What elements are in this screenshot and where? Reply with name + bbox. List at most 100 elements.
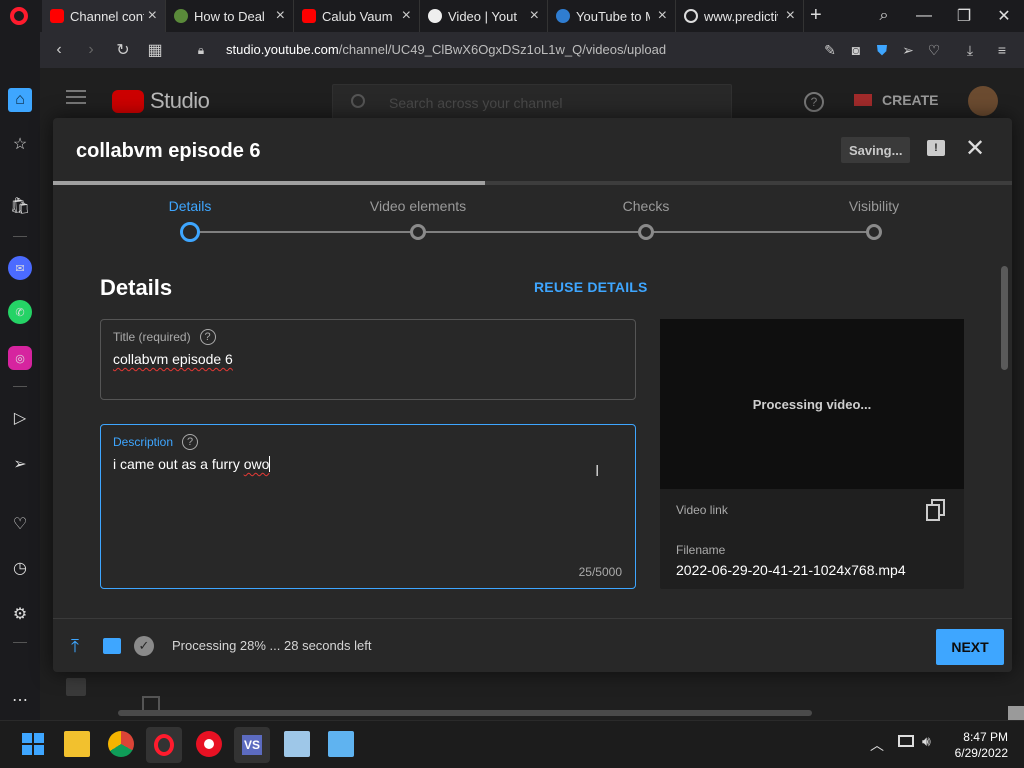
tab-label: www.predictiv [704,8,778,24]
step-visibility[interactable]: Visibility [849,198,899,214]
home-icon[interactable]: ⌂ [8,88,32,112]
minimize-button[interactable]: — [904,0,944,32]
title-field-value[interactable]: collabvm episode 6 [113,351,233,367]
notepad-icon[interactable] [328,731,354,757]
player-icon[interactable]: ▷ [8,406,32,430]
text-caret [269,456,271,472]
divider [13,386,27,387]
chevron-up-icon[interactable]: ︿ [870,735,884,755]
step-video-elements[interactable]: Video elements [370,198,466,214]
next-button[interactable]: NEXT [936,629,1004,665]
lock-icon: 🔒︎ [197,42,205,57]
volume-icon[interactable]: 🔊︎ [922,733,931,750]
tab-youtube-to-m[interactable]: YouTube to M × [548,0,676,32]
url-field[interactable]: studio.youtube.com/channel/UC49_ClBwX6Og… [226,42,666,57]
hamburger-icon[interactable] [66,90,86,104]
step-checks-dot[interactable] [638,224,654,240]
record-icon[interactable] [196,731,222,757]
clock-time: 8:47 PM [963,730,1008,744]
network-icon[interactable] [898,735,914,747]
create-button[interactable]: CREATE [854,92,939,108]
page-horizontal-scrollbar[interactable] [118,710,812,716]
opera-icon[interactable] [146,727,182,763]
step-video-elements-dot[interactable] [410,224,426,240]
tab-calub-vaum[interactable]: Calub Vaum - × [294,0,420,32]
more-icon[interactable]: ⋯ [8,688,32,712]
taskbar-clock[interactable]: 8:47 PM 6/29/2022 [946,729,1008,761]
reuse-details-button[interactable]: REUSE DETAILS [534,279,648,295]
tab-channel-content[interactable]: Channel cont × [42,0,166,32]
help-icon[interactable]: ? [804,92,824,112]
tab-predictiv[interactable]: www.predictiv × [676,0,804,32]
history-icon[interactable]: ◷ [8,556,32,580]
feedback-icon[interactable]: ! [927,140,945,156]
feedback-icon[interactable] [66,678,86,696]
opera-logo[interactable] [10,7,28,25]
close-window-button[interactable]: ✕ [984,0,1024,32]
youtube-logo-icon[interactable] [112,90,144,113]
file-explorer-icon[interactable] [64,731,90,757]
tab-video-youtube[interactable]: Video | Yout × [420,0,548,32]
download-icon[interactable]: ⤓ [960,40,980,60]
avatar[interactable] [968,86,998,116]
close-icon[interactable]: × [148,7,157,25]
sd-icon [103,638,121,654]
forward-button[interactable]: › [76,32,106,68]
heart-icon[interactable]: ♡ [8,512,32,536]
step-visibility-dot[interactable] [866,224,882,240]
description-field-value[interactable]: i came out as a furry owo [113,456,271,472]
opera-sidebar: ⌂ ☆ 🛍︎ ✉ ✆ ◎ ▷ ➢ ♡ ◷ ⚙ ⋯ [0,32,40,720]
visual-studio-icon[interactable]: VS [234,727,270,763]
copy-icon[interactable] [926,499,946,521]
camera-icon[interactable]: ◙ [846,40,866,60]
edit-icon[interactable]: ✎ [820,40,840,60]
close-icon[interactable]: × [658,7,667,25]
whatsapp-icon[interactable]: ✆ [8,300,32,324]
search-tabs-icon[interactable]: ⌕ [864,0,904,32]
url-path: /channel/UC49_ClBwX6OgxDSz1oL1w_Q/videos… [338,42,667,57]
close-icon[interactable]: × [786,7,795,25]
help-icon[interactable]: ? [199,329,216,345]
processing-status: Processing 28% ... 28 seconds left [172,638,372,653]
close-icon[interactable]: × [276,7,285,25]
tab-how-to-deal[interactable]: How to Deal × [166,0,294,32]
title-field[interactable]: Title (required) ? collabvm episode 6 [100,319,636,400]
chrome-icon[interactable] [108,731,134,757]
new-tab-button[interactable]: + [810,4,822,27]
globe-icon [684,9,698,23]
page-scroll-thumb[interactable] [1008,706,1024,720]
heart-icon[interactable]: ♡ [924,40,944,60]
dialog-scrollbar[interactable] [1001,266,1008,370]
tab-label: How to Deal [194,8,265,24]
dialog-title: collabvm episode 6 [76,140,261,162]
close-icon[interactable]: × [402,7,411,25]
character-counter: 25/5000 [578,565,622,579]
tabs-grid-icon[interactable]: ▦ [140,32,170,68]
filename-label: Filename [676,543,726,557]
back-button[interactable]: ‹ [44,32,74,68]
flow-icon[interactable]: ➢ [8,452,32,476]
help-icon[interactable]: ? [182,434,199,450]
speed-dial-icon[interactable]: ☆ [8,132,32,156]
text-cursor-icon: I [595,463,600,480]
step-details-dot[interactable] [180,222,200,242]
shield-icon[interactable]: ⛊ [872,40,892,60]
close-icon[interactable]: × [530,7,539,25]
url-host: studio.youtube.com [226,42,339,57]
description-field[interactable]: Description ? i came out as a furry owo … [100,424,636,589]
start-icon[interactable] [20,731,46,757]
saving-badge: Saving... [841,137,911,163]
step-checks[interactable]: Checks [623,198,670,214]
reload-button[interactable]: ↻ [108,32,138,68]
settings-icon[interactable]: ⚙ [8,602,32,626]
search-input[interactable]: Search across your channel [332,84,732,120]
menu-icon[interactable]: ≡ [992,40,1012,60]
shopping-icon[interactable]: 🛍︎ [8,194,32,218]
step-details[interactable]: Details [169,198,212,214]
instagram-icon[interactable]: ◎ [8,346,32,370]
restore-button[interactable]: ❐ [944,0,984,32]
photos-icon[interactable] [284,731,310,757]
close-icon[interactable]: ✕ [965,134,985,163]
send-icon[interactable]: ➢ [898,40,918,60]
messenger-icon[interactable]: ✉ [8,256,32,280]
